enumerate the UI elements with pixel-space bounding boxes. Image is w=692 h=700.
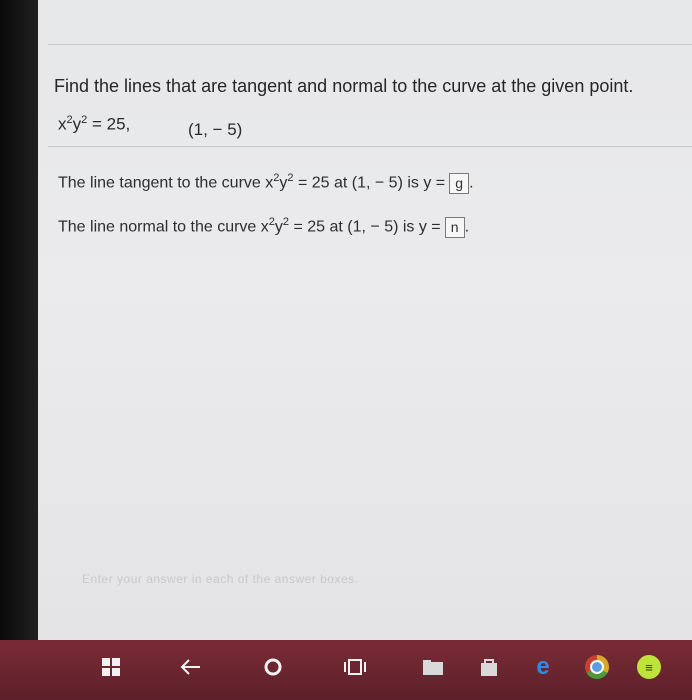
tangent-answer-box[interactable]: g [449,172,470,194]
given-point: (1, − 5) [188,120,243,139]
chrome-icon[interactable] [582,652,612,682]
question-title: Find the lines that are tangent and norm… [54,76,634,96]
top-divider [48,44,692,45]
tangent-question: The line tangent to the curve x2y2 = 25 … [58,172,474,194]
middle-divider [48,146,692,147]
folder-icon[interactable] [418,652,448,682]
windows-icon[interactable] [96,652,126,682]
curve-equation: x2y2 = 25, [58,114,131,134]
store-icon[interactable] [474,652,504,682]
edge-icon[interactable]: e [528,652,558,682]
task-view-icon[interactable] [340,652,370,682]
screen-bezel [0,0,38,640]
normal-question: The line normal to the curve x2y2 = 25 a… [58,216,469,238]
spotify-icon[interactable]: ≡ [634,652,664,682]
normal-answer-box[interactable]: n [444,216,465,238]
question-page: Find the lines that are tangent and norm… [38,0,692,640]
back-arrow-icon[interactable] [176,652,206,682]
answer-hint: Enter your answer in each of the answer … [82,572,359,586]
taskbar: e ≡ [0,640,692,700]
circle-icon[interactable] [258,652,288,682]
